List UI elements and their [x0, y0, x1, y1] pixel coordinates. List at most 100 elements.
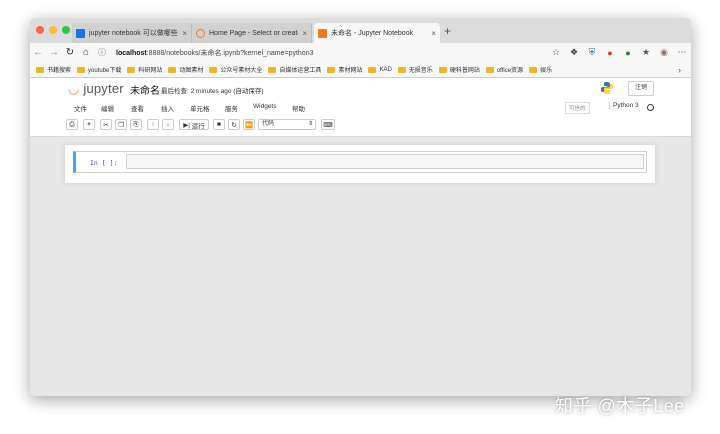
run-button[interactable]: ▶| 运行	[179, 119, 209, 130]
forward-icon[interactable]: →	[46, 47, 62, 58]
notebook-toolbar: ⎙ + ✂ ❐ ⎘ ↑ ↓ ▶| 运行 ■ ↻ ⏩ 代码 ⇕ ⌨	[30, 115, 691, 137]
bookmark-label: 动图素材	[179, 68, 204, 74]
menu-help[interactable]: 帮助	[292, 103, 305, 113]
bookmark-folder[interactable]: 动图素材	[168, 65, 203, 74]
copy-icon[interactable]: ❐	[115, 119, 127, 130]
bookmark-folder[interactable]: 无损音乐	[397, 65, 433, 74]
url-field[interactable]: localhost:8888/notebooks/未命名.ipynb?kerne…	[116, 48, 547, 58]
notebook-container: In [ ]:	[65, 145, 655, 183]
menubar: 文件 编辑 查看 插入 单元格 服务 Widgets 帮助 可信的 Python…	[30, 99, 691, 115]
bookmark-label: youtube下载	[88, 68, 122, 74]
folder-icon	[397, 66, 406, 73]
cell-type-value: 代码	[262, 121, 275, 127]
notebook-tab-icon	[318, 28, 327, 38]
chevron-right-icon[interactable]: ›	[678, 65, 681, 75]
close-window-button[interactable]	[36, 26, 44, 34]
bookmark-folder[interactable]: 娱乐	[529, 65, 552, 74]
maximize-window-button[interactable]	[62, 26, 70, 34]
jupyter-header: ◡ jupyter 未命名 最后检查: 2 minutes ago (自动保存)…	[30, 78, 691, 99]
extension-icon[interactable]: ❖	[565, 47, 583, 58]
bookmark-label: 素材网站	[338, 68, 363, 74]
close-icon[interactable]: ×	[302, 29, 307, 38]
move-down-icon[interactable]: ↓	[162, 119, 174, 130]
bookmark-folder[interactable]: KAD	[368, 66, 392, 73]
block-icon[interactable]: ●	[601, 48, 619, 58]
close-icon[interactable]: ×	[431, 29, 436, 38]
bookmark-label: 硬科普网站	[449, 68, 480, 74]
fast-forward-icon[interactable]: ⏩	[243, 119, 255, 130]
notebook-title[interactable]: 未命名	[130, 82, 160, 97]
profile-avatar[interactable]: ◉	[655, 47, 673, 58]
folder-icon	[485, 66, 494, 73]
run-label: 运行	[191, 122, 205, 130]
more-icon[interactable]: ⋯	[673, 47, 691, 58]
shield-icon[interactable]: ⛨	[583, 47, 601, 58]
kernel-name: Python 3	[609, 102, 639, 109]
bookmark-label: 娱乐	[540, 68, 553, 74]
paste-icon[interactable]: ⎘	[130, 119, 142, 130]
move-up-icon[interactable]: ↑	[147, 119, 159, 130]
close-icon[interactable]: ×	[182, 29, 187, 38]
keyboard-icon[interactable]: ⌨	[321, 119, 335, 130]
logout-button[interactable]: 注销	[628, 81, 654, 96]
tab-notebook[interactable]: 未命名 - Jupyter Notebook ×	[314, 23, 440, 43]
jupyter-tab-icon	[196, 28, 205, 38]
restart-icon[interactable]: ↻	[228, 119, 240, 130]
folder-icon	[209, 66, 218, 73]
menu-file[interactable]: 文件	[74, 103, 87, 113]
menu-widgets[interactable]: Widgets	[253, 103, 276, 110]
watermark: 知乎 @木子Lee	[555, 396, 685, 416]
star-icon[interactable]: ☆	[547, 47, 565, 58]
back-icon[interactable]: ←	[30, 47, 46, 58]
cell-input[interactable]	[126, 154, 644, 169]
trusted-indicator[interactable]: 可信的	[565, 102, 590, 114]
cut-icon[interactable]: ✂	[100, 119, 112, 130]
bookmark-folder[interactable]: 科研网站	[127, 65, 162, 74]
tab-strip: jupyter notebook 可以做哪些事… × Home Page - S…	[30, 18, 691, 43]
info-icon[interactable]: ⓘ	[94, 47, 110, 58]
favorites-icon[interactable]: ★	[637, 47, 655, 58]
url-path: :8888/notebooks/未命名.ipynb?kernel_name=py…	[146, 49, 314, 57]
bookmark-folder[interactable]: 书籍搜索	[36, 65, 71, 74]
menu-insert[interactable]: 插入	[161, 103, 174, 113]
jupyter-logo[interactable]: ◡ jupyter	[68, 81, 124, 97]
tab-zhihu[interactable]: jupyter notebook 可以做哪些事… ×	[72, 23, 192, 43]
url-host: localhost	[116, 49, 147, 57]
cell-prompt: In [ ]:	[90, 159, 118, 167]
new-tab-button[interactable]: +	[444, 24, 451, 38]
menu-edit[interactable]: 编辑	[101, 103, 114, 113]
zhihu-icon	[76, 28, 85, 38]
folder-icon	[438, 66, 447, 73]
kernel-status-icon	[647, 104, 654, 111]
folder-icon	[327, 66, 336, 73]
folder-icon	[168, 66, 177, 73]
bookmark-folder[interactable]: youtube下载	[77, 65, 121, 74]
reload-icon[interactable]: ↻	[62, 47, 78, 58]
menu-kernel[interactable]: 服务	[225, 103, 238, 113]
jupyter-logo-text: jupyter	[83, 81, 124, 96]
tab-label: 未命名 - Jupyter Notebook	[331, 30, 414, 37]
menu-cell[interactable]: 单元格	[190, 103, 210, 113]
home-icon[interactable]: ⌂	[78, 47, 94, 58]
add-cell-icon[interactable]: +	[83, 119, 95, 130]
minimize-window-button[interactable]	[49, 26, 57, 34]
bookmark-label: 无损音乐	[408, 68, 433, 74]
window-controls	[36, 26, 70, 34]
save-icon[interactable]: ⎙	[66, 119, 78, 130]
bookmark-label: 科研网站	[138, 68, 163, 74]
menu-view[interactable]: 查看	[131, 103, 144, 113]
address-bar: ← → ↻ ⌂ ⓘ localhost:8888/notebooks/未命名.i…	[30, 43, 691, 62]
bookmark-folder[interactable]: 公众号素材大全	[209, 65, 262, 74]
stop-icon[interactable]: ■	[213, 119, 225, 130]
cell-type-select[interactable]: 代码 ⇕	[258, 119, 316, 130]
bookmark-folder[interactable]: office资源	[485, 65, 523, 74]
bookmark-folder[interactable]: 硬科普网站	[438, 65, 480, 74]
folder-icon	[127, 66, 136, 73]
tab-jupyter-home[interactable]: Home Page - Select or create a… ×	[192, 23, 312, 43]
code-cell[interactable]: In [ ]:	[73, 151, 647, 173]
bookmark-folder[interactable]: 自媒体运营工具	[268, 65, 321, 74]
bookmark-folder[interactable]: 素材网站	[327, 65, 362, 74]
grammar-icon[interactable]: ●	[619, 48, 637, 58]
tab-label: jupyter notebook 可以做哪些事…	[89, 30, 178, 37]
bookmark-label: KAD	[379, 66, 392, 73]
